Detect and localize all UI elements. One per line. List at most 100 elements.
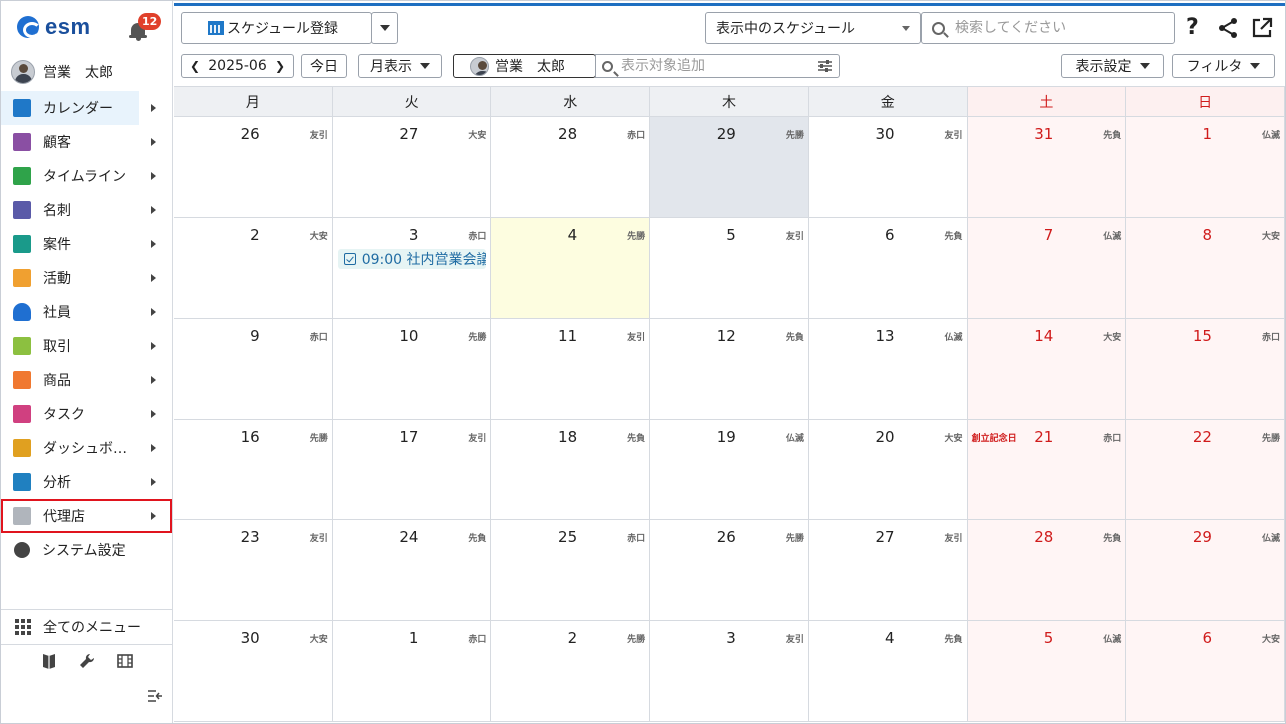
member-chip[interactable]: 営業 太郎 <box>453 54 596 78</box>
sidebar-item-chart[interactable]: 分析 <box>1 465 172 499</box>
calendar-day-cell[interactable]: 9 赤口 <box>174 318 333 420</box>
sidebar-item-folder[interactable]: 案件 <box>1 227 172 261</box>
chevron-right-icon[interactable] <box>151 444 156 452</box>
calendar-day-cell[interactable]: 5 友引 <box>650 217 809 319</box>
schedule-event[interactable]: 09:00 社内営業会議 <box>337 248 487 269</box>
help-icon[interactable]: ? <box>1186 17 1199 39</box>
weekday-label: 月 <box>174 87 333 116</box>
chevron-right-icon[interactable] <box>151 206 156 214</box>
calendar-day-cell[interactable]: 6 大安 <box>1126 621 1285 722</box>
calendar-day-cell[interactable]: 12 先負 <box>650 318 809 420</box>
sidebar-item-checkbox[interactable]: タスク <box>1 397 172 431</box>
calendar-day-cell[interactable]: 4 先負 <box>808 621 968 722</box>
calendar-day-cell[interactable]: 18 先負 <box>491 419 651 521</box>
calendar-day-cell[interactable]: 23 友引 <box>174 520 333 622</box>
calendar-day-cell[interactable]: 29 先勝 <box>650 117 809 218</box>
search-input[interactable] <box>955 20 1155 36</box>
search-box[interactable] <box>921 12 1175 44</box>
rokuyo-label: 赤口 <box>627 534 646 545</box>
chevron-right-icon[interactable] <box>151 512 156 520</box>
calendar-day-cell[interactable]: 6 先負 <box>808 217 968 319</box>
chevron-right-icon[interactable] <box>151 104 156 112</box>
calendar-day-cell[interactable]: 14 大安 <box>967 318 1127 420</box>
today-button[interactable]: 今日 <box>301 54 347 78</box>
collapse-sidebar-icon[interactable] <box>147 689 163 707</box>
add-target-input[interactable] <box>621 58 811 74</box>
calendar-day-cell[interactable]: 29 仏滅 <box>1126 520 1285 622</box>
chevron-right-icon[interactable] <box>151 342 156 350</box>
sidebar-item-business-card[interactable]: 名刺 <box>1 193 172 227</box>
share-icon[interactable] <box>1217 17 1239 44</box>
calendar-day-cell[interactable]: 30 大安 <box>174 621 333 722</box>
next-month-icon[interactable]: ❯ <box>275 59 285 73</box>
display-settings-button[interactable]: 表示設定 <box>1061 54 1164 78</box>
calendar-day-cell[interactable]: 7 仏滅 <box>967 217 1127 319</box>
chevron-right-icon[interactable] <box>151 240 156 248</box>
sidebar-item-gear[interactable]: システム設定 <box>1 533 172 567</box>
chevron-right-icon[interactable] <box>151 478 156 486</box>
film-icon[interactable] <box>116 653 133 669</box>
calendar-day-cell[interactable]: 22 先勝 <box>1126 419 1285 521</box>
sidebar-item-document[interactable]: 代理店 <box>1 499 172 533</box>
calendar-day-cell[interactable]: 15 赤口 <box>1126 318 1285 420</box>
day-number: 14 <box>1034 326 1054 345</box>
display-schedule-select[interactable]: 表示中のスケジュール <box>705 12 921 44</box>
add-target-box[interactable] <box>595 54 840 78</box>
schedule-register-button[interactable]: スケジュール登録 <box>181 12 372 44</box>
calendar-day-cell[interactable]: 21 赤口 創立記念日 <box>967 419 1127 521</box>
calendar-day-cell[interactable]: 10 先勝 <box>332 318 492 420</box>
sidebar-item-notebook[interactable]: 取引 <box>1 329 172 363</box>
calendar-day-cell[interactable]: 5 仏滅 <box>967 621 1127 722</box>
calendar-day-cell[interactable]: 30 友引 <box>808 117 968 218</box>
calendar-day-cell[interactable]: 1 仏滅 <box>1126 117 1285 218</box>
chevron-right-icon[interactable] <box>151 410 156 418</box>
calendar-day-cell[interactable]: 28 赤口 <box>491 117 651 218</box>
day-number: 30 <box>875 125 895 143</box>
calendar-day-cell[interactable]: 3 赤口 09:00 社内営業会議 <box>332 217 492 319</box>
filter-button[interactable]: フィルタ <box>1172 54 1275 78</box>
calendar-day-cell[interactable]: 2 先勝 <box>491 621 651 722</box>
sliders-icon[interactable] <box>817 58 833 78</box>
sidebar-item-box[interactable]: 商品 <box>1 363 172 397</box>
calendar-day-cell[interactable]: 28 先負 <box>967 520 1127 622</box>
calendar-day-cell[interactable]: 31 先負 <box>967 117 1127 218</box>
chevron-right-icon[interactable] <box>151 308 156 316</box>
sidebar-item-clipboard[interactable]: 活動 <box>1 261 172 295</box>
manual-book-icon[interactable] <box>41 653 57 669</box>
calendar-day-cell[interactable]: 1 赤口 <box>332 621 492 722</box>
wrench-icon[interactable] <box>79 653 95 669</box>
calendar-day-cell[interactable]: 16 先勝 <box>174 419 333 521</box>
calendar-day-cell[interactable]: 13 仏滅 <box>808 318 968 420</box>
sidebar-item-chat[interactable]: タイムライン <box>1 159 172 193</box>
prev-month-icon[interactable]: ❮ <box>190 59 200 73</box>
current-user[interactable]: 営業 太郎 <box>11 59 113 85</box>
chevron-right-icon[interactable] <box>151 376 156 384</box>
calendar-day-cell[interactable]: 2 大安 <box>174 217 333 319</box>
calendar-day-cell[interactable]: 11 友引 <box>491 318 651 420</box>
calendar-day-cell[interactable]: 25 赤口 <box>491 520 651 622</box>
chevron-right-icon[interactable] <box>151 138 156 146</box>
calendar-day-cell[interactable]: 20 大安 <box>808 419 968 521</box>
calendar-day-cell[interactable]: 26 友引 <box>174 117 333 218</box>
chevron-right-icon[interactable] <box>151 274 156 282</box>
schedule-register-dropdown[interactable] <box>371 12 398 44</box>
sidebar-item-calendar[interactable]: カレンダー <box>1 91 156 125</box>
calendar-day-cell[interactable]: 4 先勝 <box>491 217 651 319</box>
open-external-icon[interactable] <box>1251 17 1273 44</box>
all-menu-button[interactable]: 全てのメニュー <box>1 609 172 645</box>
calendar-day-cell[interactable]: 26 先勝 <box>650 520 809 622</box>
chevron-right-icon[interactable] <box>151 172 156 180</box>
calendar-day-cell[interactable]: 24 先負 <box>332 520 492 622</box>
sidebar-item-building[interactable]: 顧客 <box>1 125 172 159</box>
sidebar-item-person[interactable]: 社員 <box>1 295 172 329</box>
calendar-day-cell[interactable]: 17 友引 <box>332 419 492 521</box>
calendar-grid: 26 友引 27 大安 28 赤口 29 先勝 30 友引 31 先負 1 仏滅 2 大安 3 赤口 09:00 社… <box>174 117 1285 722</box>
calendar-day-cell[interactable]: 19 仏滅 <box>650 419 809 521</box>
esm-logo[interactable]: esm <box>17 13 91 41</box>
calendar-day-cell[interactable]: 3 友引 <box>650 621 809 722</box>
calendar-day-cell[interactable]: 27 友引 <box>808 520 968 622</box>
view-mode-select[interactable]: 月表示 <box>358 54 442 78</box>
calendar-day-cell[interactable]: 27 大安 <box>332 117 492 218</box>
calendar-day-cell[interactable]: 8 大安 <box>1126 217 1285 319</box>
sidebar-item-dashboard[interactable]: ダッシュボ… <box>1 431 172 465</box>
